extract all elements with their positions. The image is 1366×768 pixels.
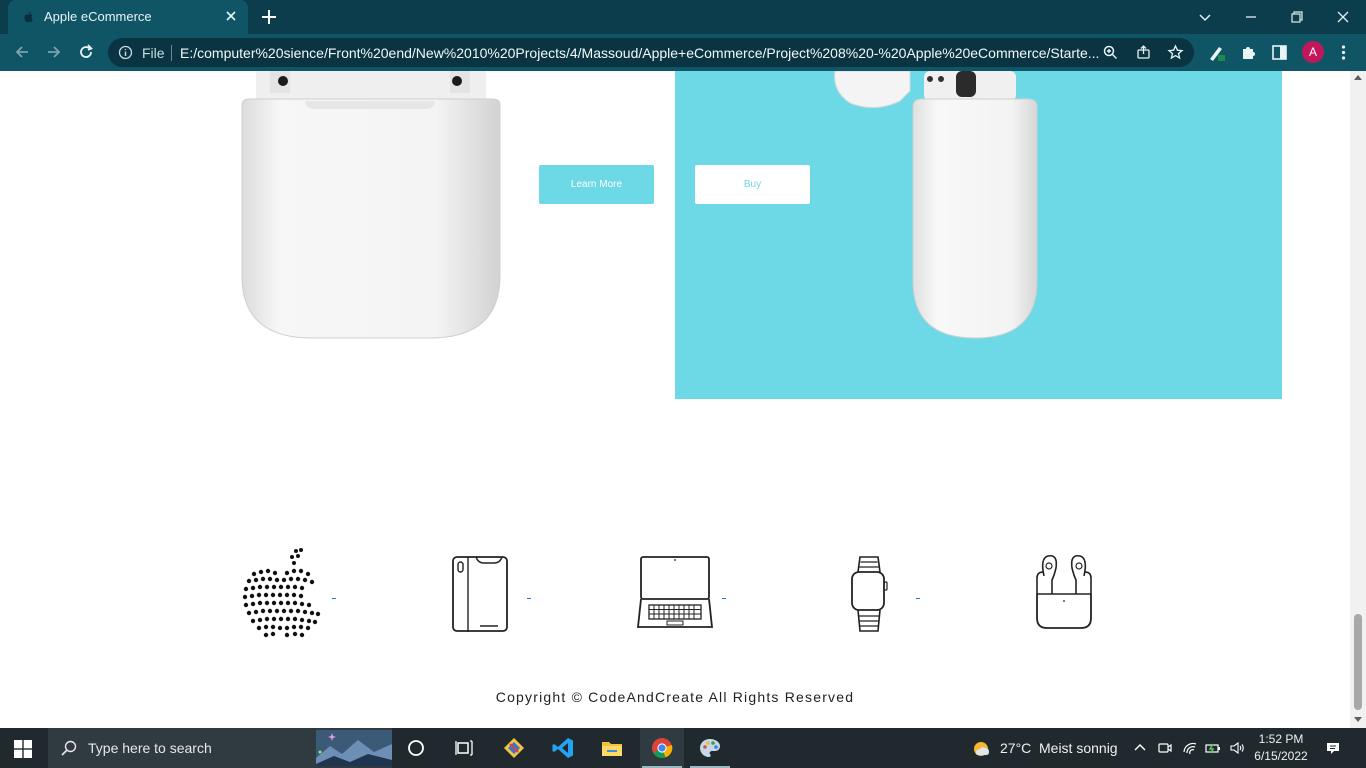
zoom-icon[interactable] [1102, 44, 1119, 61]
forward-arrow-icon[interactable] [44, 42, 64, 62]
scroll-down-arrow-icon[interactable] [1354, 717, 1362, 722]
buy-button[interactable]: Buy [695, 165, 810, 204]
reload-icon[interactable] [76, 42, 96, 62]
file-explorer-icon[interactable] [600, 736, 624, 760]
browser-toolbar: File E:/computer%20sience/Front%20end/Ne… [0, 34, 1366, 71]
meet-now-icon[interactable] [1157, 740, 1173, 756]
browser-tab-strip: Apple eCommerce [0, 0, 1366, 34]
browser-menu-icon[interactable] [1334, 43, 1353, 62]
airpods-case-image [241, 71, 501, 339]
apple-favicon-icon [24, 11, 33, 23]
windows-taskbar: Type here to search 27°C Meist sonnig 1:… [0, 728, 1366, 768]
macbook-icon[interactable] [636, 554, 714, 632]
browser-tab[interactable]: Apple eCommerce [8, 0, 248, 34]
screen: Apple eCommerce File E:/computer%20sienc… [0, 0, 1366, 768]
share-icon[interactable] [1135, 44, 1152, 61]
vscode-icon[interactable] [551, 736, 575, 760]
search-highlight-landscape-icon [316, 730, 392, 766]
scroll-up-arrow-icon[interactable] [1354, 75, 1362, 80]
notifications-icon[interactable] [1325, 740, 1341, 756]
copyright-text: Copyright © CodeAndCreate All Rights Res… [495, 689, 855, 705]
tab-title: Apple eCommerce [44, 9, 152, 24]
close-window-icon[interactable] [1332, 6, 1354, 28]
apple-logo-icon[interactable] [240, 546, 326, 642]
paint-palette-icon[interactable] [698, 736, 722, 760]
watch-icon-link-underline [916, 598, 920, 599]
iphone-icon[interactable] [450, 554, 510, 634]
tray-chevron-up-icon[interactable] [1132, 740, 1148, 756]
page-viewport: Learn More Buy Copyright © CodeAndCreate… [0, 71, 1350, 728]
volume-icon[interactable] [1229, 740, 1245, 756]
url-scheme-label: File [142, 45, 165, 61]
git-app-icon[interactable] [502, 736, 526, 760]
extensions-puzzle-icon[interactable] [1239, 43, 1258, 62]
chrome-icon[interactable] [650, 736, 674, 760]
new-tab-icon[interactable] [260, 8, 278, 26]
footer-product-icons [0, 546, 1350, 646]
restore-icon[interactable] [1286, 6, 1308, 28]
clock-date[interactable]: 6/15/2022 [1250, 749, 1312, 763]
airpods-open-case-image [834, 71, 1038, 339]
taskbar-search-box[interactable]: Type here to search [48, 728, 392, 768]
weather-temperature[interactable]: 27°C [1000, 740, 1031, 756]
learn-more-button[interactable]: Learn More [539, 165, 654, 204]
wifi-icon[interactable] [1182, 740, 1198, 756]
extension-pen-icon[interactable] [1207, 43, 1226, 62]
battery-charging-icon[interactable] [1205, 740, 1221, 756]
tab-search-chevron-icon[interactable] [1194, 6, 1216, 28]
minimize-icon[interactable] [1240, 6, 1262, 28]
omnibox-separator [171, 45, 172, 61]
cortana-circle-icon[interactable] [404, 736, 428, 760]
scrollbar-thumb[interactable] [1354, 614, 1362, 710]
search-placeholder: Type here to search [88, 740, 212, 756]
search-icon [61, 740, 77, 756]
windows-start-icon[interactable] [14, 740, 32, 758]
macbook-icon-link-underline [722, 598, 726, 599]
address-bar[interactable]: File E:/computer%20sience/Front%20end/Ne… [108, 38, 1194, 67]
close-tab-icon[interactable] [224, 9, 238, 23]
apple-icon-link-underline [332, 598, 336, 599]
back-arrow-icon[interactable] [12, 42, 32, 62]
page-scrollbar[interactable] [1350, 71, 1366, 728]
site-info-icon[interactable] [118, 45, 133, 60]
clock-time[interactable]: 1:52 PM [1258, 732, 1304, 746]
url-text[interactable]: E:/computer%20sience/Front%20end/New%201… [180, 45, 1100, 61]
apple-watch-icon[interactable] [848, 554, 890, 634]
bookmark-star-icon[interactable] [1167, 44, 1184, 61]
airpods-icon[interactable] [1034, 554, 1094, 634]
side-panel-icon[interactable] [1270, 43, 1289, 62]
task-view-icon[interactable] [452, 736, 476, 760]
weather-sun-icon[interactable] [970, 738, 992, 760]
iphone-icon-link-underline [527, 598, 531, 599]
profile-avatar[interactable]: A [1302, 41, 1324, 63]
weather-description[interactable]: Meist sonnig [1039, 740, 1118, 756]
